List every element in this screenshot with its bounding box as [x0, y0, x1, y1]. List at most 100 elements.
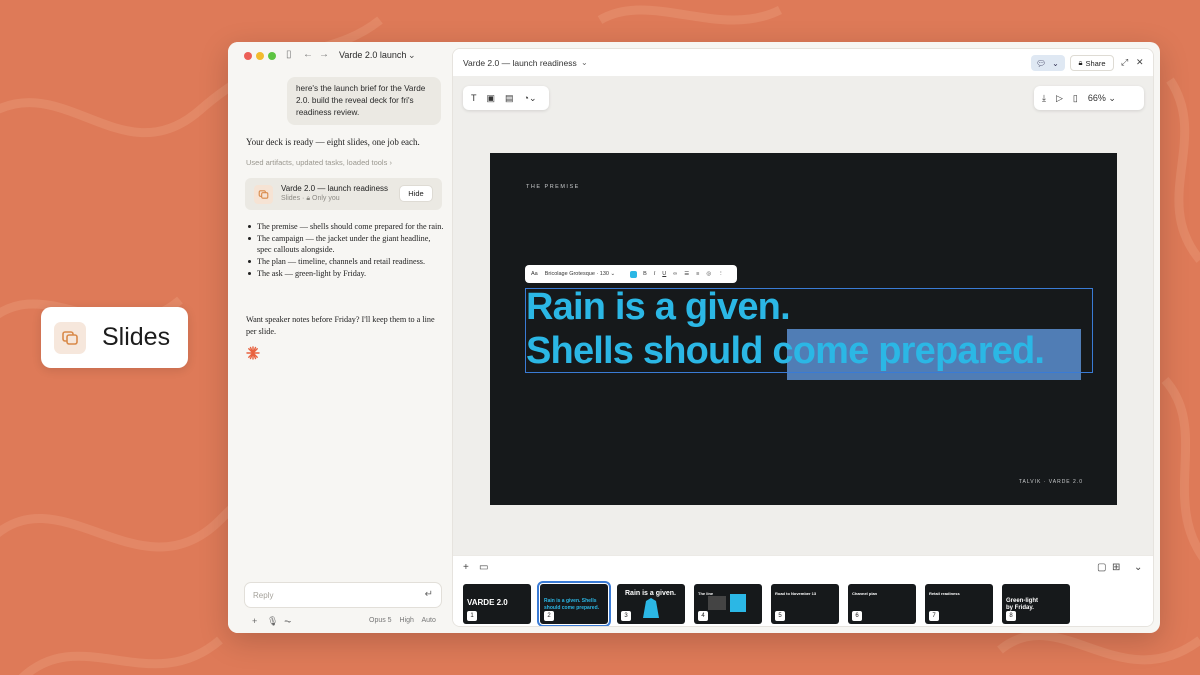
chevron-down-icon[interactable]: ⌄	[408, 50, 416, 61]
chevron-down-icon: ⌄	[1052, 58, 1059, 68]
comments-button[interactable]: 💬︎ ⌄	[1031, 55, 1065, 71]
add-icon[interactable]: +	[252, 616, 257, 626]
bold-icon[interactable]: B	[643, 271, 647, 277]
align-icon[interactable]: ≡	[696, 271, 699, 277]
slide-number: 1	[467, 611, 477, 621]
sidebar-toggle-icon[interactable]: ▯	[286, 49, 292, 60]
slide-number: 5	[775, 611, 785, 621]
view-toolbar: ⤓ ▷ ▯ 66% ⌄	[1034, 86, 1144, 110]
slide-footer[interactable]: TALVIK · VARDE 2.0	[1019, 479, 1083, 485]
thumbnail-title: Channel plan	[852, 591, 878, 596]
used-tools-label: Used artifacts, updated tasks, loaded to…	[246, 158, 388, 167]
artifact-title: Varde 2.0 — launch readiness	[281, 184, 389, 193]
color-swatch[interactable]	[630, 270, 638, 278]
link-icon[interactable]: ∞	[673, 271, 677, 277]
thumbnail-title: Retail readiness	[929, 591, 960, 596]
slides-icon	[54, 321, 86, 354]
list-item: The ask — green-light by Friday.	[248, 268, 444, 280]
text-tool-icon[interactable]: T	[471, 93, 477, 103]
close-window-button[interactable]	[244, 52, 252, 60]
editor-top-bar: Varde 2.0 — launch readiness ⌄ 💬︎ ⌄ 🔒︎ S…	[453, 49, 1153, 76]
headline-line-1[interactable]: Rain is a given.	[526, 286, 791, 329]
slide-canvas[interactable]: THE PREMISE Rain is a given. Shells shou…	[490, 153, 1117, 505]
slide-thumbnail[interactable]: The line 4	[694, 584, 762, 624]
minimize-window-button[interactable]	[256, 52, 264, 60]
back-arrow-icon[interactable]: ←	[303, 49, 313, 60]
effort-level: High	[399, 617, 414, 624]
play-icon[interactable]: ▷	[1056, 93, 1063, 104]
user-message: here's the launch brief for the Varde 2.…	[287, 77, 441, 125]
maximize-window-button[interactable]	[268, 52, 276, 60]
used-tools-toggle[interactable]: Used artifacts, updated tasks, loaded to…	[246, 158, 392, 167]
conversation-title[interactable]: Varde 2.0 launch	[339, 50, 406, 60]
slide-number: 6	[852, 611, 862, 621]
thumbnail-title: Road to November 13	[775, 591, 817, 596]
more-icon[interactable]: ⋮	[718, 271, 724, 277]
slide-thumbnail[interactable]: Green-light by Friday. 8	[1002, 584, 1070, 624]
send-icon[interactable]: ↵	[425, 589, 433, 600]
artifact-visibility: Only you	[312, 195, 340, 202]
comment-icon[interactable]: ◎	[706, 271, 711, 277]
list-icon[interactable]: ☰	[684, 271, 689, 277]
list-view-icon[interactable]: ▢	[1097, 562, 1106, 573]
chevron-right-icon: ›	[389, 158, 392, 167]
speaker-notes-icon[interactable]: ▭	[479, 562, 488, 573]
model-selector[interactable]: Opus 5 High Auto	[369, 617, 442, 624]
slide-thumbnail-active[interactable]: Rain is a given. Shells should come prep…	[537, 581, 611, 626]
headline-line-2[interactable]: Shells should come prepared.	[526, 330, 1045, 373]
slide-thumbnail[interactable]: Retail readiness 7	[925, 584, 993, 624]
italic-icon[interactable]: I	[654, 271, 656, 277]
shapes-tool-icon[interactable]: ◔⌄	[524, 93, 537, 104]
lock-icon: 🔒︎	[306, 195, 311, 202]
spark-icon	[246, 346, 260, 360]
reply-input[interactable]: Reply ↵	[244, 582, 442, 608]
share-label: Share	[1085, 58, 1106, 68]
download-icon[interactable]: ⤓	[1042, 93, 1046, 104]
slides-icon	[254, 185, 273, 204]
slide-thumbnail[interactable]: Road to November 13 5	[771, 584, 839, 624]
slide-kicker[interactable]: THE PREMISE	[526, 184, 580, 190]
font-icon[interactable]: Aa	[531, 271, 538, 277]
chevron-down-icon[interactable]: ⌄	[581, 58, 588, 67]
hide-artifact-button[interactable]: Hide	[399, 185, 433, 202]
share-button[interactable]: 🔒︎ Share	[1070, 55, 1114, 71]
thumbnail-title: VARDE 2.0	[467, 598, 508, 607]
microphone-icon[interactable]: 🎙︎	[267, 616, 278, 627]
slide-thumbnail[interactable]: Rain is a given. 3	[617, 584, 685, 624]
close-icon[interactable]: ✕	[1136, 57, 1144, 68]
slide-number: 8	[1006, 611, 1016, 621]
summary-list: The premise — shells should come prepare…	[248, 221, 444, 280]
panel-toggle-icon[interactable]: ▯	[1073, 93, 1078, 104]
mode-label: Auto	[421, 617, 436, 624]
artifact-card[interactable]: Varde 2.0 — launch readiness Slides · 🔒︎…	[245, 178, 442, 210]
slide-thumbnail[interactable]: Channel plan 6	[848, 584, 916, 624]
title-bar: ▯ ← → Varde 2.0 launch ⌄	[228, 42, 452, 70]
document-title[interactable]: Varde 2.0 — launch readiness	[463, 58, 577, 68]
font-select[interactable]: Bricolage Grotesque · 130 ⌄	[545, 271, 615, 277]
artifact-meta: Slides · 🔒︎ Only you	[281, 195, 340, 203]
badge-label: Slides	[102, 323, 171, 351]
grid-view-icon[interactable]: ⊞	[1112, 562, 1120, 573]
zoom-level: 66%	[1087, 92, 1106, 103]
zoom-select[interactable]: 66% ⌄	[1088, 93, 1116, 104]
slide-thumbnail[interactable]: VARDE 2.0 1	[463, 584, 531, 624]
collapse-chevron-icon[interactable]: ⌄	[1134, 562, 1142, 573]
underline-icon[interactable]: U	[662, 271, 666, 277]
thumbnail-title: Green-light by Friday.	[1006, 598, 1039, 611]
forward-arrow-icon[interactable]: →	[319, 49, 329, 60]
table-tool-icon[interactable]: ▤	[505, 93, 514, 104]
expand-icon[interactable]: ⤢	[1121, 57, 1128, 68]
list-item: The campaign — the jacket under the gian…	[248, 233, 444, 256]
thumbnail-block	[708, 596, 726, 610]
slide-number: 3	[621, 611, 631, 621]
add-slide-icon[interactable]: +	[463, 562, 469, 573]
jacket-image	[643, 598, 659, 618]
thumbnail-block	[730, 594, 746, 612]
voice-wave-icon[interactable]: ⏦	[284, 616, 291, 627]
slide-number: 2	[544, 611, 554, 621]
thumbnail-title: Rain is a given.	[625, 590, 676, 597]
follow-up-message: Want speaker notes before Friday? I'll k…	[246, 315, 435, 336]
list-item: The premise — shells should come prepare…	[248, 221, 444, 233]
filmstrip: + ▭ ▢ ⊞ ⌄ VARDE 2.0 1 Rain is a given. S…	[453, 555, 1153, 626]
image-tool-icon[interactable]: ▣	[487, 93, 496, 104]
